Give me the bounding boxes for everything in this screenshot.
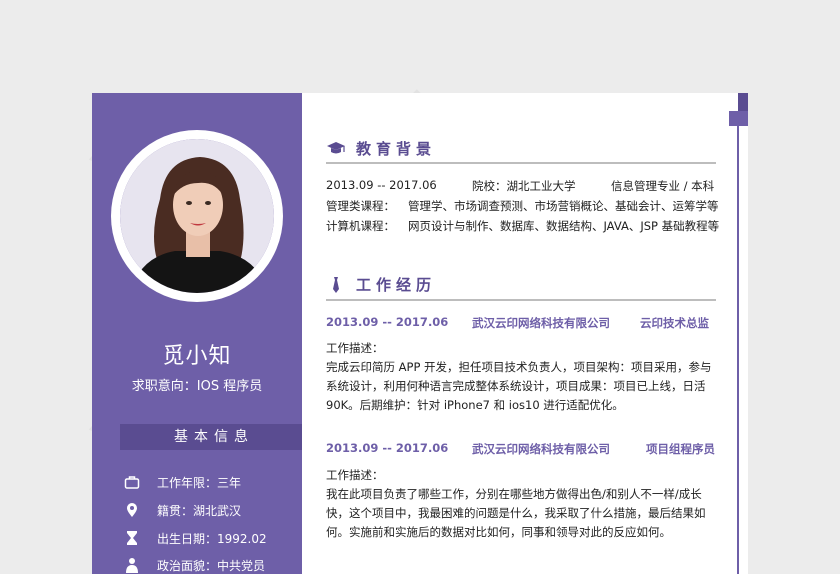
person-icon (124, 557, 140, 573)
info-row-political: 政治面貌：中共党员 (124, 555, 265, 574)
education-title: 教育背景 (356, 140, 437, 158)
cs-courses-label: 计算机课程： (326, 219, 395, 233)
job-description: 我在此项目负责了哪些工作，分别在哪些地方做得出色/和别人不一样/成长快，这个项目… (326, 487, 706, 539)
courses-row: 管理类课程： 管理学、市场调查预测、市场营销概论、基础会计、运筹学等 (326, 198, 719, 214)
info-text: 政治面貌：中共党员 (157, 558, 266, 573)
resume-page: 觅小知 求职意向：IOS 程序员 基本信息 工作年限：三年 籍贯：湖北武汉 出生… (92, 93, 748, 574)
job-desc-label: 工作描述： (326, 341, 384, 355)
education-section-title: 教育背景 (326, 138, 436, 159)
accent-square (729, 111, 748, 126)
job-role: 云印技术总监 (640, 316, 709, 330)
right-border-line (737, 126, 739, 574)
info-text: 籍贯：湖北武汉 (157, 503, 242, 518)
graduation-cap-icon (326, 140, 346, 158)
info-row-birthdate: 出生日期：1992.02 (124, 528, 267, 548)
cs-courses-value: 网页设计与制作、数据库、数据结构、JAVA、JSP 基础教程等 (408, 219, 720, 233)
education-period: 2013.09 -- 2017.06 (326, 178, 437, 192)
accent-bar (738, 93, 748, 111)
avatar-frame (111, 130, 283, 302)
job-period: 2013.09 -- 2017.06 (326, 315, 449, 329)
courses-label: 管理类课程： (326, 199, 395, 213)
education-row: 2013.09 -- 2017.06 院校：湖北工业大学 信息管理专业 / 本科 (326, 178, 714, 193)
job-desc-label: 工作描述： (326, 468, 384, 482)
info-text: 出生日期：1992.02 (157, 531, 267, 546)
job-role: 项目组程序员 (646, 442, 715, 456)
cs-courses-row: 计算机课程： 网页设计与制作、数据库、数据结构、JAVA、JSP 基础教程等 (326, 218, 719, 234)
job-header: 2013.09 -- 2017.06 武汉云印网络科技有限公司 项目组程序员 (326, 441, 718, 457)
job-period: 2013.09 -- 2017.06 (326, 441, 449, 455)
avatar (120, 139, 274, 293)
courses-value: 管理学、市场调查预测、市场营销概论、基础会计、运筹学等 (408, 199, 719, 213)
basic-info-header: 基本信息 (120, 424, 302, 450)
section-divider (326, 162, 716, 164)
briefcase-icon (124, 474, 140, 490)
tie-icon (326, 276, 346, 294)
info-row-hometown: 籍贯：湖北武汉 (124, 500, 241, 520)
basic-info-title: 基本信息 (174, 429, 254, 445)
hourglass-icon (124, 530, 140, 546)
candidate-name: 觅小知 (162, 344, 232, 369)
location-pin-icon (124, 502, 140, 518)
job-intent: 求职意向：IOS 程序员 (131, 379, 263, 394)
info-text: 工作年限：三年 (157, 475, 242, 490)
job-company: 武汉云印网络科技有限公司 (472, 442, 610, 456)
work-section-title: 工作经历 (326, 274, 436, 295)
work-title: 工作经历 (356, 276, 437, 294)
section-divider (326, 299, 716, 301)
education-major: 信息管理专业 / 本科 (611, 179, 715, 193)
job-description: 完成云印简历 APP 开发，担任项目技术负责人，项目架构：项目采用，参与系统设计… (326, 360, 712, 412)
job-header: 2013.09 -- 2017.06 武汉云印网络科技有限公司 云印技术总监 (326, 315, 718, 331)
job-company: 武汉云印网络科技有限公司 (472, 316, 610, 330)
education-school: 院校：湖北工业大学 (472, 179, 576, 193)
info-row-experience: 工作年限：三年 (124, 472, 241, 492)
sidebar: 觅小知 求职意向：IOS 程序员 基本信息 工作年限：三年 籍贯：湖北武汉 出生… (92, 93, 302, 574)
